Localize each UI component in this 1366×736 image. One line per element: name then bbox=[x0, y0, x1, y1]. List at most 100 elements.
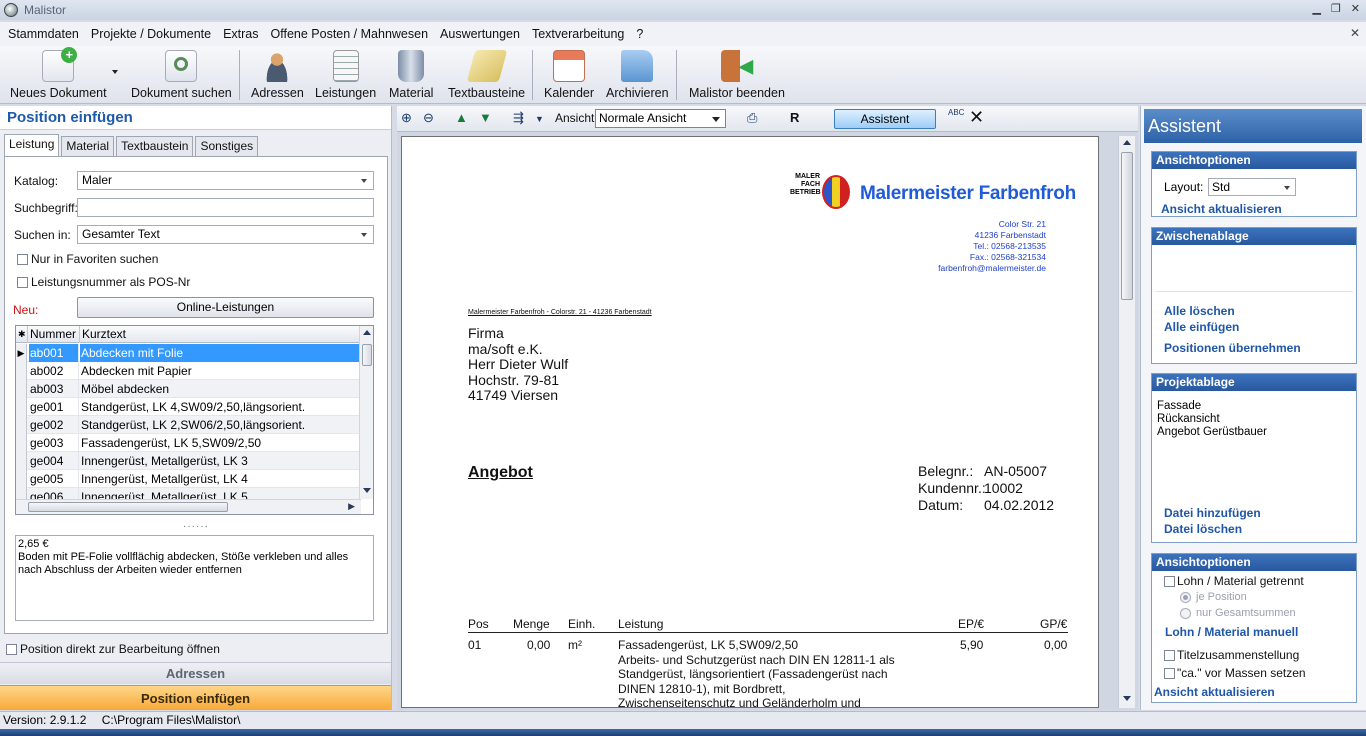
clear-all-link[interactable]: Alle löschen bbox=[1164, 304, 1235, 318]
posnr-checkbox[interactable] bbox=[17, 277, 28, 288]
table-row[interactable]: ge001 Standgerüst, LK 4,SW09/2,50,längsor… bbox=[16, 398, 361, 416]
scroll-up-icon[interactable] bbox=[363, 330, 371, 335]
print-icon[interactable]: ⎙ bbox=[747, 110, 757, 126]
material-button[interactable]: Material bbox=[389, 50, 433, 100]
indent-icon[interactable]: ⇶ bbox=[513, 110, 524, 126]
menu-textverarbeitung[interactable]: Textverarbeitung bbox=[532, 27, 624, 41]
view-select[interactable]: Normale Ansicht bbox=[595, 109, 726, 128]
refresh-view-link[interactable]: Ansicht aktualisieren bbox=[1161, 202, 1282, 216]
nav-adressen[interactable]: Adressen bbox=[0, 662, 391, 684]
assistent-button[interactable]: Assistent bbox=[834, 109, 936, 129]
close-icon[interactable]: ✕ bbox=[1351, 2, 1360, 15]
menu-auswertungen[interactable]: Auswertungen bbox=[440, 27, 520, 41]
col-kurztext[interactable]: Kurztext bbox=[80, 326, 360, 343]
ca-checkbox[interactable] bbox=[1164, 668, 1175, 679]
take-positions-link[interactable]: Positionen übernehmen bbox=[1164, 341, 1301, 355]
zoom-in-icon[interactable]: ⊕ bbox=[401, 110, 412, 126]
quit-button[interactable]: ◀ Malistor beenden bbox=[689, 50, 785, 100]
table-row[interactable]: ge005 Innengerüst, Metallgerüst, LK 4 bbox=[16, 470, 361, 488]
open-direct-checkbox[interactable] bbox=[6, 644, 17, 655]
splitter-handle[interactable]: ······ bbox=[183, 521, 209, 532]
project-file-list[interactable]: Fassade Rückansicht Angebot Gerüstbauer bbox=[1155, 394, 1353, 494]
view-options2-box: Ansichtoptionen Lohn / Material getrennt… bbox=[1151, 553, 1357, 703]
tab-material[interactable]: Material bbox=[61, 136, 115, 156]
spellcheck-icon[interactable]: ABC bbox=[948, 108, 964, 117]
favorites-checkbox[interactable] bbox=[17, 254, 28, 265]
add-file-link[interactable]: Datei hinzufügen bbox=[1164, 506, 1261, 520]
open-direct-label: Position direkt zur Bearbeitung öffnen bbox=[20, 642, 220, 656]
table-row[interactable]: ge002 Standgerüst, LK 2,SW06/2,50,längsor… bbox=[16, 416, 361, 434]
scroll-right-icon[interactable]: ▶ bbox=[348, 501, 355, 512]
table-row[interactable]: ▶ ab001 Abdecken mit Folie bbox=[16, 344, 361, 362]
list-item[interactable]: Fassade bbox=[1157, 400, 1351, 413]
grid-vertical-scrollbar[interactable] bbox=[359, 326, 373, 499]
addresses-button[interactable]: Adressen bbox=[251, 50, 304, 100]
grid-hscroll-thumb[interactable] bbox=[28, 502, 228, 512]
online-services-button[interactable]: Online-Leistungen bbox=[77, 297, 374, 318]
tab-textbaustein[interactable]: Textbaustein bbox=[116, 136, 194, 156]
scroll-down-icon[interactable] bbox=[363, 488, 371, 493]
katalog-select[interactable]: Maler bbox=[77, 171, 374, 190]
taskbar bbox=[0, 729, 1366, 736]
suchen-in-select[interactable]: Gesamter Text bbox=[77, 225, 374, 244]
titelzus-checkbox[interactable] bbox=[1164, 650, 1175, 661]
move-up-icon[interactable]: ▲ bbox=[455, 110, 468, 125]
mdi-close-icon[interactable]: ✕ bbox=[1350, 26, 1360, 40]
document-page[interactable]: MALER FACH BETRIEB Malermeister Farbenfr… bbox=[401, 136, 1099, 708]
list-item[interactable]: Angebot Gerüstbauer bbox=[1157, 426, 1351, 439]
lohn-material-checkbox[interactable] bbox=[1164, 576, 1175, 587]
description-box[interactable]: 2,65 € Boden mit PE-Folie vollflächig ab… bbox=[15, 535, 374, 621]
maximize-icon[interactable]: ❐ bbox=[1331, 2, 1341, 15]
lohn-manual-link[interactable]: Lohn / Material manuell bbox=[1165, 625, 1298, 639]
search-document-button[interactable]: Dokument suchen bbox=[131, 50, 232, 100]
company-logo: MALER FACH BETRIEB bbox=[790, 173, 854, 215]
new-document-dropdown-icon[interactable] bbox=[112, 70, 118, 74]
table-row[interactable]: ab002 Abdecken mit Papier bbox=[16, 362, 361, 380]
table-row[interactable]: ge004 Innengerüst, Metallgerüst, LK 3 bbox=[16, 452, 361, 470]
doc-scroll-down-icon[interactable] bbox=[1123, 696, 1131, 701]
company-address: Color Str. 21 41236 Farbenstadt Tel.: 02… bbox=[938, 219, 1046, 273]
table-row[interactable]: ab003 Möbel abdecken bbox=[16, 380, 361, 398]
main-toolbar: + Neues Dokument Dokument suchen Adresse… bbox=[0, 46, 1366, 104]
zoom-out-icon[interactable]: ⊖ bbox=[423, 110, 434, 126]
delete-file-link[interactable]: Datei löschen bbox=[1164, 522, 1242, 536]
suchbegriff-label: Suchbegriff: bbox=[14, 201, 78, 215]
new-document-button[interactable]: + Neues Dokument bbox=[10, 47, 107, 100]
grid-scroll-thumb[interactable] bbox=[362, 344, 372, 366]
document-scrollbar[interactable] bbox=[1118, 136, 1135, 708]
doc-scroll-thumb[interactable] bbox=[1121, 152, 1133, 300]
indent-dropdown-icon[interactable]: ▼ bbox=[535, 114, 544, 124]
menu-offene-posten[interactable]: Offene Posten / Mahnwesen bbox=[271, 27, 429, 41]
archive-button[interactable]: Archivieren bbox=[606, 50, 669, 100]
path-text: C:\Program Files\Malistor\ bbox=[101, 713, 241, 727]
calendar-button[interactable]: Kalender bbox=[544, 50, 594, 100]
search-input[interactable] bbox=[77, 198, 374, 217]
insert-all-link[interactable]: Alle einfügen bbox=[1164, 320, 1239, 334]
je-position-radio[interactable] bbox=[1180, 592, 1191, 603]
nav-position-einfuegen[interactable]: Position einfügen bbox=[0, 685, 391, 710]
r-button[interactable]: R bbox=[790, 110, 799, 125]
doc-scroll-up-icon[interactable] bbox=[1123, 140, 1131, 145]
document-toolbar: ⊕ ⊖ ▲ ▼ ⇶ ▼ Ansicht: Normale Ansicht ⎙ R… bbox=[397, 106, 1138, 132]
minimize-icon[interactable]: ▁ bbox=[1312, 2, 1320, 15]
menu-extras[interactable]: Extras bbox=[223, 27, 258, 41]
tab-leistung[interactable]: Leistung bbox=[4, 134, 60, 156]
col-nummer[interactable]: Nummer bbox=[28, 326, 80, 343]
move-down-icon[interactable]: ▼ bbox=[479, 110, 492, 125]
nur-gesamt-radio[interactable] bbox=[1180, 608, 1191, 619]
refresh-view-link-2[interactable]: Ansicht aktualisieren bbox=[1154, 685, 1275, 699]
services-button[interactable]: Leistungen bbox=[315, 50, 376, 100]
suchen-in-label: Suchen in: bbox=[14, 228, 71, 242]
table-row[interactable]: ge003 Fassadengerüst, LK 5,SW09/2,50 bbox=[16, 434, 361, 452]
tab-sonstiges[interactable]: Sonstiges bbox=[195, 136, 259, 156]
list-item[interactable]: Rückansicht bbox=[1157, 413, 1351, 426]
layout-select[interactable]: Std bbox=[1208, 178, 1296, 196]
menu-projekte[interactable]: Projekte / Dokumente bbox=[91, 27, 211, 41]
menu-stammdaten[interactable]: Stammdaten bbox=[8, 27, 79, 41]
menu-help[interactable]: ? bbox=[636, 27, 643, 41]
grid-horizontal-scrollbar[interactable]: ▶ bbox=[16, 499, 361, 514]
clipboard-list[interactable] bbox=[1155, 248, 1353, 292]
text-blocks-button[interactable]: Textbausteine bbox=[448, 50, 525, 100]
new-document-icon: + bbox=[42, 47, 78, 82]
close-document-icon[interactable]: ✕ bbox=[969, 107, 984, 128]
